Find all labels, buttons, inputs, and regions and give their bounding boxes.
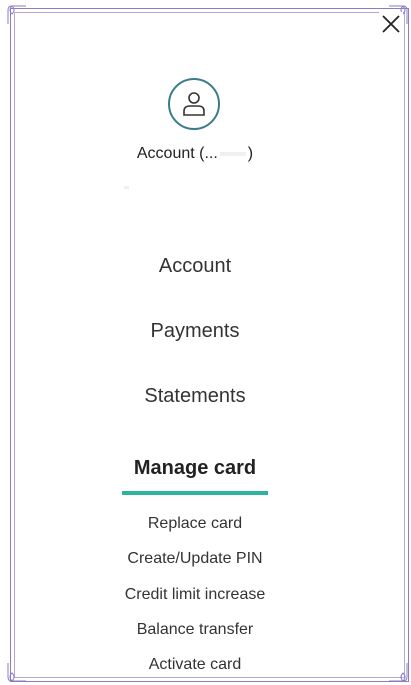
user-icon [183, 92, 205, 116]
account-label-suffix: ) [247, 145, 254, 162]
account-label: Account (... [136, 145, 218, 162]
nav-item-payments[interactable]: Payments [0, 320, 390, 343]
close-button[interactable] [379, 12, 403, 36]
nav-item-statements[interactable]: Statements [0, 385, 390, 408]
close-icon [382, 15, 400, 33]
redacted-subtitle [124, 186, 129, 189]
account-title: Account (...) [0, 145, 390, 163]
sub-item-activate-card[interactable]: Activate card [0, 656, 390, 674]
corner-ornament-icon [7, 5, 26, 24]
sub-item-create-update-pin[interactable]: Create/Update PIN [0, 550, 390, 568]
nav-item-manage-card[interactable]: Manage card [0, 457, 390, 480]
nav-item-account[interactable]: Account [0, 255, 390, 278]
sub-item-balance-transfer[interactable]: Balance transfer [0, 621, 390, 639]
active-tab-indicator [122, 491, 268, 495]
avatar [168, 78, 220, 130]
sub-item-replace-card[interactable]: Replace card [0, 515, 390, 533]
redacted-account-number [219, 151, 246, 156]
corner-ornament-icon [389, 663, 408, 682]
sub-item-credit-limit-increase[interactable]: Credit limit increase [0, 586, 390, 604]
